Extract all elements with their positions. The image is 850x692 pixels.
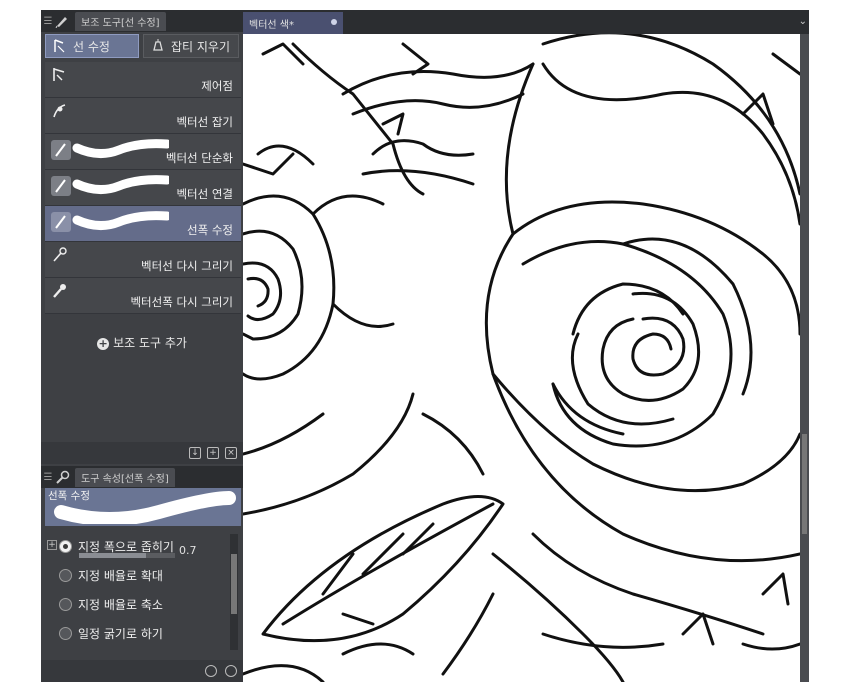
option-scale-up[interactable]: 지정 배율로 확대 [45,561,241,590]
subtool-vector-redraw[interactable]: 벡터선 다시 그리기 [45,242,241,278]
brush-stroke-icon [51,139,169,160]
brush-stroke-icon [51,175,169,196]
option-label: 일정 굵기로 하기 [78,627,163,641]
subtool-label: 벡터선 단순화 [165,151,233,165]
eraser-icon [153,39,163,51]
property-panel-header: ☰ 도구 속성[선폭 수정] [41,466,243,488]
chevron-down-icon[interactable]: ⌄ [799,16,807,27]
option-label: 지정 배율로 축소 [78,598,163,612]
trash-icon[interactable]: × [225,447,237,459]
option-narrow-to-width[interactable]: + 지정 폭으로 좁히기 0.7 [45,532,241,561]
subtool-label: 제어점 [201,79,233,93]
subtool-label: 선폭 수정 [187,223,233,237]
subtool-footer: ↓ + × [41,442,243,464]
brush-stroke-icon [51,211,169,232]
download-icon[interactable]: ↓ [189,447,201,459]
left-panels: ☰ 보조 도구[선 수정] 선 수정 잡티 지우기 제어점 벡터선 잡기 벡터선… [41,10,243,682]
preview-label: 선폭 수정 [48,490,90,502]
subtool-label: 벡터선 다시 그리기 [141,259,233,273]
document-tabbar: 벡터선 색* ⌄ [243,10,809,34]
radio-button[interactable] [59,598,72,611]
width-value[interactable]: 0.7 [179,544,197,557]
scroll-thumb[interactable] [802,434,807,534]
subtool-label: 벡터선폭 다시 그리기 [130,295,233,309]
copy-icon[interactable]: + [207,447,219,459]
pen-tool-icon [55,17,67,28]
reset-icon[interactable] [205,665,217,677]
line-fix-icon [54,39,65,53]
property-footer [41,660,243,682]
redraw-width-icon [53,284,66,298]
slider-fill [79,553,147,558]
radio-button[interactable] [59,540,72,553]
drawing-canvas[interactable] [243,34,800,682]
property-scrollbar[interactable] [230,534,238,650]
plus-icon: + [97,336,110,350]
radio-button[interactable] [59,627,72,640]
document-tab[interactable]: 벡터선 색* [243,12,343,34]
expand-icon[interactable]: + [47,540,57,550]
wrench-icon [56,470,70,484]
scroll-thumb[interactable] [231,554,237,614]
settings-wrench-icon[interactable] [225,665,237,677]
tool-preview: 선폭 수정 [45,488,241,526]
width-slider[interactable] [79,553,175,558]
option-uniform-thickness[interactable]: 일정 굵기로 하기 [45,619,241,648]
canvas-scrollbar[interactable] [800,34,809,682]
tab-line-fix[interactable]: 선 수정 [45,34,139,58]
option-scale-down[interactable]: 지정 배율로 축소 [45,590,241,619]
subtool-list: 제어점 벡터선 잡기 벡터선 단순화 벡터선 연결 선폭 수정 벡터선 다시 그… [45,62,241,314]
document-title: 벡터선 색* [249,20,294,31]
subtool-control-point[interactable]: 제어점 [45,62,241,98]
add-subtool-label: 보조 도구 추가 [113,336,187,350]
option-label: 지정 배율로 확대 [78,569,163,583]
redraw-icon [53,247,67,262]
tab-label: 선 수정 [73,39,110,54]
tool-group-tabs: 선 수정 잡티 지우기 [45,34,241,58]
subtool-vector-simplify[interactable]: 벡터선 단순화 [45,134,241,170]
subtool-vector-connect[interactable]: 벡터선 연결 [45,170,241,206]
subtool-panel-title[interactable]: 보조 도구[선 수정] [75,11,166,31]
subtool-panel-header: ☰ 보조 도구[선 수정] [41,10,243,32]
radio-button[interactable] [59,569,72,582]
subtool-vector-width-redraw[interactable]: 벡터선폭 다시 그리기 [45,278,241,314]
close-icon[interactable] [331,19,337,25]
menu-icon[interactable]: ☰ [41,472,55,483]
add-subtool-button[interactable]: + 보조 도구 추가 [41,334,243,351]
rose-line-art [243,34,800,682]
tab-dust-removal[interactable]: 잡티 지우기 [143,34,239,58]
subtool-label: 벡터선 연결 [176,187,233,201]
menu-icon[interactable]: ☰ [41,16,55,27]
property-panel-title[interactable]: 도구 속성[선폭 수정] [75,467,175,487]
subtool-label: 벡터선 잡기 [176,115,233,129]
clip-studio-window: ☰ 보조 도구[선 수정] 선 수정 잡티 지우기 제어점 벡터선 잡기 벡터선… [41,10,809,682]
subtool-vector-grab[interactable]: 벡터선 잡기 [45,98,241,134]
tab-label: 잡티 지우기 [171,39,231,54]
control-point-icon [53,68,65,81]
option-list: + 지정 폭으로 좁히기 0.7 지정 배율로 확대 지정 배율로 축소 일정 … [45,532,241,658]
subtool-line-width-fix[interactable]: 선폭 수정 [45,206,241,242]
vector-grab-icon [53,104,66,118]
